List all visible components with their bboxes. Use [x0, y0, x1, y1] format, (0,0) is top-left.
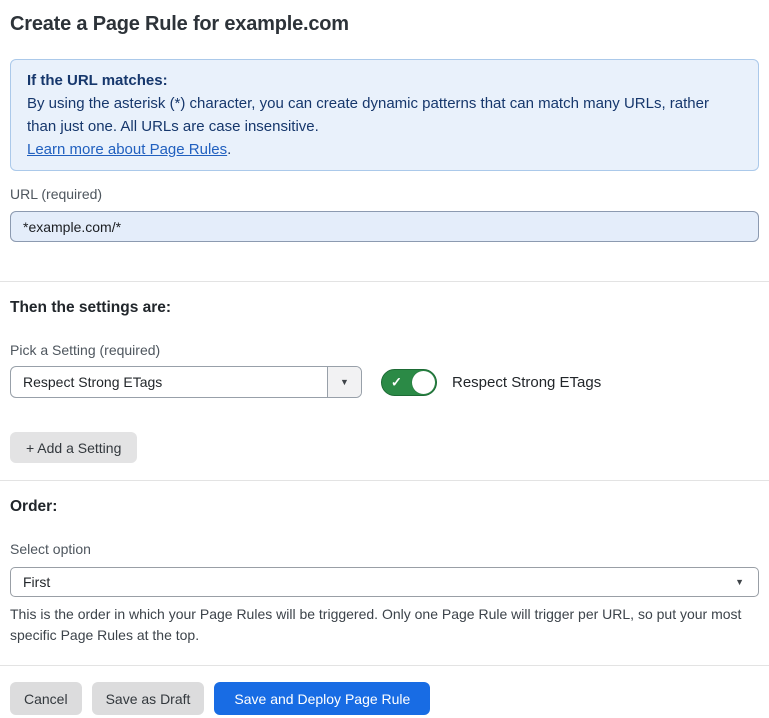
- info-box-body: By using the asterisk (*) character, you…: [27, 92, 742, 138]
- chevron-down-icon: ▼: [340, 378, 349, 387]
- section-divider: [0, 281, 769, 282]
- add-setting-button[interactable]: + Add a Setting: [10, 432, 137, 463]
- url-field-label: URL (required): [10, 187, 759, 202]
- check-icon: ✓: [391, 376, 402, 389]
- footer-actions: Cancel Save as Draft Save and Deploy Pag…: [10, 682, 759, 715]
- cancel-button[interactable]: Cancel: [10, 682, 82, 715]
- order-select-value: First: [11, 574, 735, 590]
- save-draft-button[interactable]: Save as Draft: [92, 682, 205, 715]
- page-title: Create a Page Rule for example.com: [10, 12, 759, 37]
- setting-select-value: Respect Strong ETags: [11, 374, 327, 390]
- toggle-knob: [412, 371, 435, 394]
- learn-more-link[interactable]: Learn more about Page Rules: [27, 141, 227, 158]
- pick-setting-label: Pick a Setting (required): [10, 343, 759, 358]
- create-page-rule-form: Create a Page Rule for example.com If th…: [0, 0, 769, 715]
- order-select-label: Select option: [10, 542, 759, 557]
- order-select[interactable]: First ▼: [10, 567, 759, 597]
- setting-select-arrow-button[interactable]: ▼: [327, 367, 361, 397]
- setting-toggle-label: Respect Strong ETags: [452, 374, 601, 391]
- order-section-heading: Order:: [10, 497, 759, 516]
- order-help-text: This is the order in which your Page Rul…: [10, 604, 759, 646]
- url-match-info-box: If the URL matches: By using the asteris…: [10, 59, 759, 171]
- info-box-heading: If the URL matches:: [27, 69, 742, 92]
- footer-divider: [0, 665, 769, 666]
- settings-section-heading: Then the settings are:: [10, 298, 759, 317]
- info-link-suffix: .: [227, 141, 231, 158]
- section-divider: [0, 480, 769, 481]
- chevron-down-icon: ▼: [735, 578, 758, 587]
- setting-row: Respect Strong ETags ▼ ✓ Respect Strong …: [10, 366, 759, 398]
- url-input[interactable]: [10, 211, 759, 242]
- info-box-link-line: Learn more about Page Rules.: [27, 138, 742, 161]
- setting-select[interactable]: Respect Strong ETags ▼: [10, 366, 362, 398]
- save-deploy-button[interactable]: Save and Deploy Page Rule: [214, 682, 430, 715]
- setting-toggle[interactable]: ✓: [381, 369, 437, 396]
